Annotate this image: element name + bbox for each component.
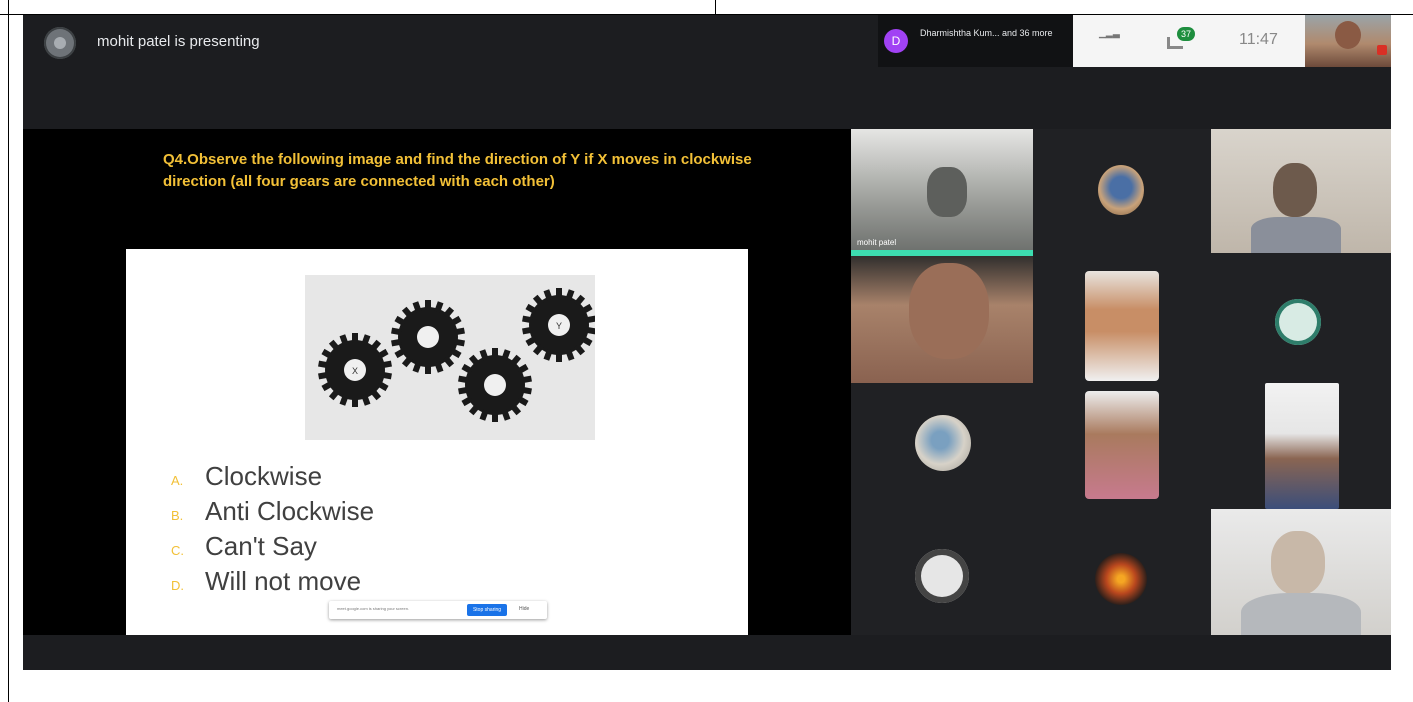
clock: 11:47: [1239, 31, 1278, 48]
question-text: Q4.Observe the following image and find …: [163, 151, 752, 190]
option-letter: D.: [171, 578, 184, 593]
screen-share-notification: meet.google.com is sharing your screen. …: [329, 601, 547, 619]
participant-video: [1085, 391, 1159, 499]
participant-video: [1251, 217, 1341, 253]
participant-tile[interactable]: [1033, 383, 1211, 509]
top-bar: mohit patel is presenting D Dharmishtha …: [23, 15, 1391, 129]
participant-tile[interactable]: [1211, 383, 1391, 509]
participant-video: [1271, 531, 1325, 595]
participant-count-badge: 37: [1177, 27, 1195, 41]
participant-tile[interactable]: [1211, 129, 1391, 253]
participant-tile[interactable]: [1033, 129, 1211, 253]
presentation-area: Q4.Observe the following image and find …: [23, 129, 851, 649]
participant-tile[interactable]: [1033, 253, 1211, 383]
participants-chip[interactable]: D Dharmishtha Kum... and 36 more: [878, 15, 1073, 67]
gears-illustration: X Y: [318, 288, 595, 422]
option-d: D. Will not move: [171, 566, 374, 601]
active-speaker-indicator: [851, 253, 1033, 256]
option-text: Will not move: [205, 566, 362, 596]
slide-content: X Y A. Clockwise B. Anti Clockwise C. Ca…: [126, 249, 748, 649]
participant-avatar: [1098, 165, 1144, 215]
option-letter: C.: [171, 543, 184, 558]
participant-avatar: D: [884, 29, 908, 53]
participant-grid: mohit patel: [851, 129, 1391, 635]
self-view-person: [1335, 21, 1361, 49]
answer-options: A. Clockwise B. Anti Clockwise C. Can't …: [171, 461, 374, 601]
participant-tile[interactable]: [1211, 509, 1391, 635]
chat-icon[interactable]: 37: [1167, 27, 1195, 51]
option-text: Clockwise: [205, 461, 323, 491]
document-frame-divider: [715, 0, 716, 14]
option-c: C. Can't Say: [171, 531, 374, 566]
participant-video: [909, 263, 989, 359]
participants-label: Dharmishtha Kum... and 36 more: [920, 28, 1053, 38]
participant-video: [927, 167, 967, 217]
participant-tile[interactable]: [851, 509, 1033, 635]
bottom-bar: [23, 635, 1391, 670]
participant-tile-presenter[interactable]: mohit patel: [851, 129, 1033, 253]
option-a: A. Clockwise: [171, 461, 374, 496]
participant-avatar: [1095, 553, 1147, 605]
participant-name: mohit patel: [857, 238, 897, 247]
option-text: Can't Say: [205, 531, 317, 561]
stop-sharing-button[interactable]: Stop sharing: [467, 604, 507, 616]
participant-tile[interactable]: [851, 383, 1033, 509]
participant-avatar: [1275, 299, 1321, 345]
participant-tile[interactable]: [1211, 253, 1391, 383]
meet-window: mohit patel is presenting D Dharmishtha …: [23, 15, 1391, 670]
self-view-thumbnail[interactable]: [1305, 15, 1391, 67]
gear-x-label: X: [352, 366, 358, 376]
gears-image: X Y: [305, 275, 595, 440]
option-text: Anti Clockwise: [205, 496, 375, 526]
option-letter: A.: [171, 473, 184, 488]
participant-avatar: [915, 549, 969, 603]
presenter-avatar[interactable]: [44, 27, 76, 59]
presenting-label: mohit patel is presenting: [97, 33, 260, 50]
document-frame-top: [0, 0, 1413, 15]
participant-video: [1273, 163, 1317, 217]
document-frame-left: [8, 0, 9, 702]
participant-tile[interactable]: [851, 253, 1033, 383]
participant-video: [1265, 383, 1339, 509]
share-message: meet.google.com is sharing your screen.: [337, 606, 410, 611]
option-letter: B.: [171, 508, 184, 523]
option-b: B. Anti Clockwise: [171, 496, 374, 531]
participant-video: [1241, 593, 1361, 635]
status-panel: ▁▂▃ 37 11:47: [1073, 15, 1391, 67]
participant-avatar: [915, 415, 971, 471]
gear-y-label: Y: [556, 321, 562, 331]
participant-tile[interactable]: [1033, 509, 1211, 635]
hide-button[interactable]: Hide: [519, 606, 529, 612]
participant-video: [1085, 271, 1159, 381]
network-icon[interactable]: ▁▂▃: [1099, 29, 1121, 47]
record-icon: [1377, 45, 1387, 55]
